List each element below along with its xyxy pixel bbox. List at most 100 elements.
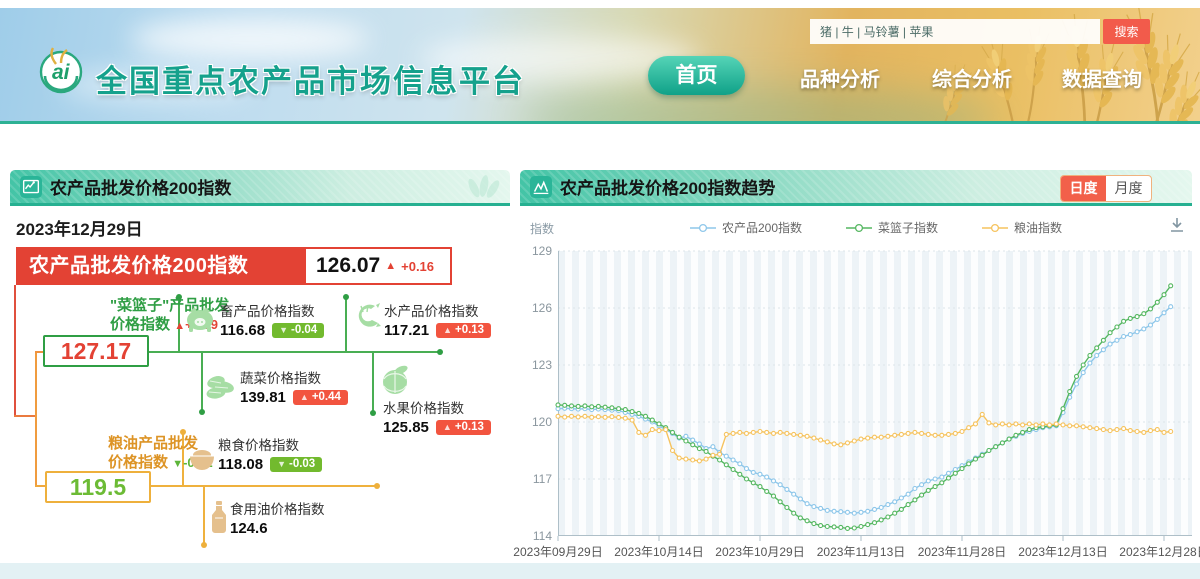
y-axis-title: 指数 bbox=[530, 220, 554, 237]
x-axis-tick-label: 2023年10月14日 bbox=[614, 543, 703, 560]
legend-marker-icon bbox=[846, 223, 872, 233]
node-livestock: 畜产品价格指数 116.68 ▼-0.04 bbox=[220, 300, 324, 339]
tree-node-dot bbox=[343, 294, 349, 300]
up-triangle-icon: ▲ bbox=[385, 260, 396, 272]
cloud-decoration bbox=[130, 18, 370, 60]
change-badge: ▲+0.13 bbox=[436, 420, 491, 435]
node-title: 水果价格指数 bbox=[383, 397, 491, 417]
line-chart-icon bbox=[20, 176, 42, 198]
y-axis-tick-label: 117 bbox=[524, 472, 552, 486]
y-axis-tick-label: 114 bbox=[524, 529, 552, 543]
change-badge: ▲+0.44 bbox=[293, 390, 348, 405]
tree-node-dot bbox=[199, 409, 205, 415]
footer-strip bbox=[0, 563, 1200, 579]
node-value: 118.08 bbox=[218, 456, 263, 473]
x-axis-tick-label: 2023年11月13日 bbox=[817, 543, 906, 560]
tree-line bbox=[151, 485, 377, 487]
orange-fruit-icon bbox=[381, 364, 411, 396]
nav-item-variety-analysis[interactable]: 品种分析 bbox=[800, 63, 880, 92]
legend-marker-icon bbox=[982, 223, 1008, 233]
tree-line bbox=[14, 285, 16, 417]
pig-icon bbox=[185, 306, 217, 333]
download-icon[interactable] bbox=[1168, 216, 1186, 234]
change-badge: ▼-0.03 bbox=[270, 457, 322, 472]
x-axis-tick-label: 2023年11月28日 bbox=[918, 543, 1007, 560]
y-axis-tick-label: 126 bbox=[524, 301, 552, 315]
node-aquatic: 水产品价格指数 117.21 ▲+0.13 bbox=[384, 300, 491, 339]
node-title: 食用油价格指数 bbox=[230, 498, 325, 518]
y-axis-tick-label: 129 bbox=[524, 244, 552, 258]
node-value: 139.81 bbox=[240, 389, 286, 406]
node-value: 116.68 bbox=[220, 322, 265, 339]
node-fruit: 水果价格指数 125.85 ▲+0.13 bbox=[383, 397, 491, 436]
report-date: 2023年12月29日 bbox=[16, 215, 143, 240]
site-title: 全国重点农产品市场信息平台 bbox=[96, 56, 525, 101]
node-value: 124.6 bbox=[230, 520, 268, 537]
down-triangle-icon: ▼ bbox=[172, 458, 183, 470]
legend-marker-icon bbox=[690, 223, 716, 233]
x-axis-labels: 2023年09月29日2023年10月14日2023年10月29日2023年11… bbox=[558, 543, 1192, 559]
legend-item[interactable]: 粮油指数 bbox=[982, 219, 1062, 236]
node-title: 水产品价格指数 bbox=[384, 300, 491, 320]
basket-index-value-box: 127.17 bbox=[43, 335, 149, 367]
tree-line bbox=[372, 351, 374, 413]
chart-plot-area[interactable] bbox=[558, 251, 1192, 536]
up-triangle-icon: ▲ bbox=[300, 392, 309, 402]
svg-text:ai: ai bbox=[52, 61, 71, 84]
node-value: 125.85 bbox=[383, 419, 429, 436]
x-axis-tick-label: 2023年09月29日 bbox=[513, 543, 602, 560]
node-title: 蔬菜价格指数 bbox=[240, 367, 348, 387]
grain-oil-index-value-box: 119.5 bbox=[45, 471, 151, 503]
x-axis-tick-label: 2023年10月29日 bbox=[715, 543, 804, 560]
main-index-value: 126.07 bbox=[316, 254, 380, 278]
nav-item-comprehensive-analysis[interactable]: 综合分析 bbox=[932, 63, 1012, 92]
site-logo[interactable]: ai bbox=[36, 46, 86, 96]
toggle-monthly[interactable]: 月度 bbox=[1106, 176, 1151, 201]
legend-label: 菜篮子指数 bbox=[878, 219, 938, 236]
main-index-label: 农产品批发价格200指数 bbox=[18, 249, 306, 283]
nav-item-home[interactable]: 首页 bbox=[648, 56, 745, 95]
tree-line bbox=[149, 351, 440, 353]
chart-canvas bbox=[558, 251, 1192, 543]
left-panel-title: 农产品批发价格200指数 bbox=[50, 174, 231, 199]
main-nav: 首页 品种分析 综合分析 数据查询 bbox=[648, 54, 1188, 98]
y-axis-tick-label: 120 bbox=[524, 415, 552, 429]
search-input[interactable] bbox=[810, 19, 1100, 44]
legend-label: 农产品200指数 bbox=[722, 219, 802, 236]
change-badge: ▼-0.04 bbox=[272, 323, 324, 338]
node-vegetable: 蔬菜价格指数 139.81 ▲+0.44 bbox=[240, 367, 348, 406]
x-axis-tick-label: 2023年12月28日 bbox=[1119, 543, 1200, 560]
node-grain: 粮食价格指数 118.08 ▼-0.03 bbox=[218, 434, 322, 473]
tree-node-dot bbox=[437, 349, 443, 355]
right-panel-title: 农产品批发价格200指数趋势 bbox=[560, 174, 775, 199]
node-title: 畜产品价格指数 bbox=[220, 300, 324, 320]
search-button[interactable]: 搜索 bbox=[1103, 19, 1150, 44]
main-index-change: +0.16 bbox=[401, 259, 434, 274]
top-banner: ai 全国重点农产品市场信息平台 搜索 首页 品种分析 综合分析 数据查询 bbox=[0, 8, 1200, 124]
nav-item-data-query[interactable]: 数据查询 bbox=[1062, 63, 1142, 92]
tree-node-dot bbox=[374, 483, 380, 489]
legend-label: 粮油指数 bbox=[1014, 219, 1062, 236]
rice-bowl-icon bbox=[188, 446, 216, 472]
period-toggle: 日度 月度 bbox=[1060, 175, 1152, 202]
down-triangle-icon: ▼ bbox=[279, 325, 288, 335]
legend-item[interactable]: 菜篮子指数 bbox=[846, 219, 938, 236]
legend-item[interactable]: 农产品200指数 bbox=[690, 219, 802, 236]
index-summary-panel: 农产品批发价格200指数 2023年12月29日 农产品批发价格200指数 12… bbox=[10, 170, 510, 563]
node-value: 117.21 bbox=[384, 322, 429, 339]
tree-line bbox=[201, 351, 203, 412]
vegetable-icon bbox=[206, 373, 236, 400]
up-triangle-icon: ▲ bbox=[443, 325, 452, 335]
toggle-daily[interactable]: 日度 bbox=[1061, 176, 1106, 201]
node-oil: 食用油价格指数 124.6 bbox=[230, 498, 325, 537]
node-title: 粮食价格指数 bbox=[218, 434, 322, 454]
tree-line bbox=[203, 485, 205, 545]
tree-line bbox=[14, 415, 37, 417]
wheat-watermark-icon bbox=[460, 172, 502, 204]
page: ai 全国重点农产品市场信息平台 搜索 首页 品种分析 综合分析 数据查询 农产… bbox=[0, 0, 1200, 579]
tree-node-dot bbox=[370, 410, 376, 416]
shrimp-icon bbox=[351, 303, 381, 331]
tree-line bbox=[345, 298, 347, 351]
x-axis-tick-label: 2023年12月13日 bbox=[1018, 543, 1107, 560]
up-triangle-icon: ▲ bbox=[174, 320, 185, 332]
